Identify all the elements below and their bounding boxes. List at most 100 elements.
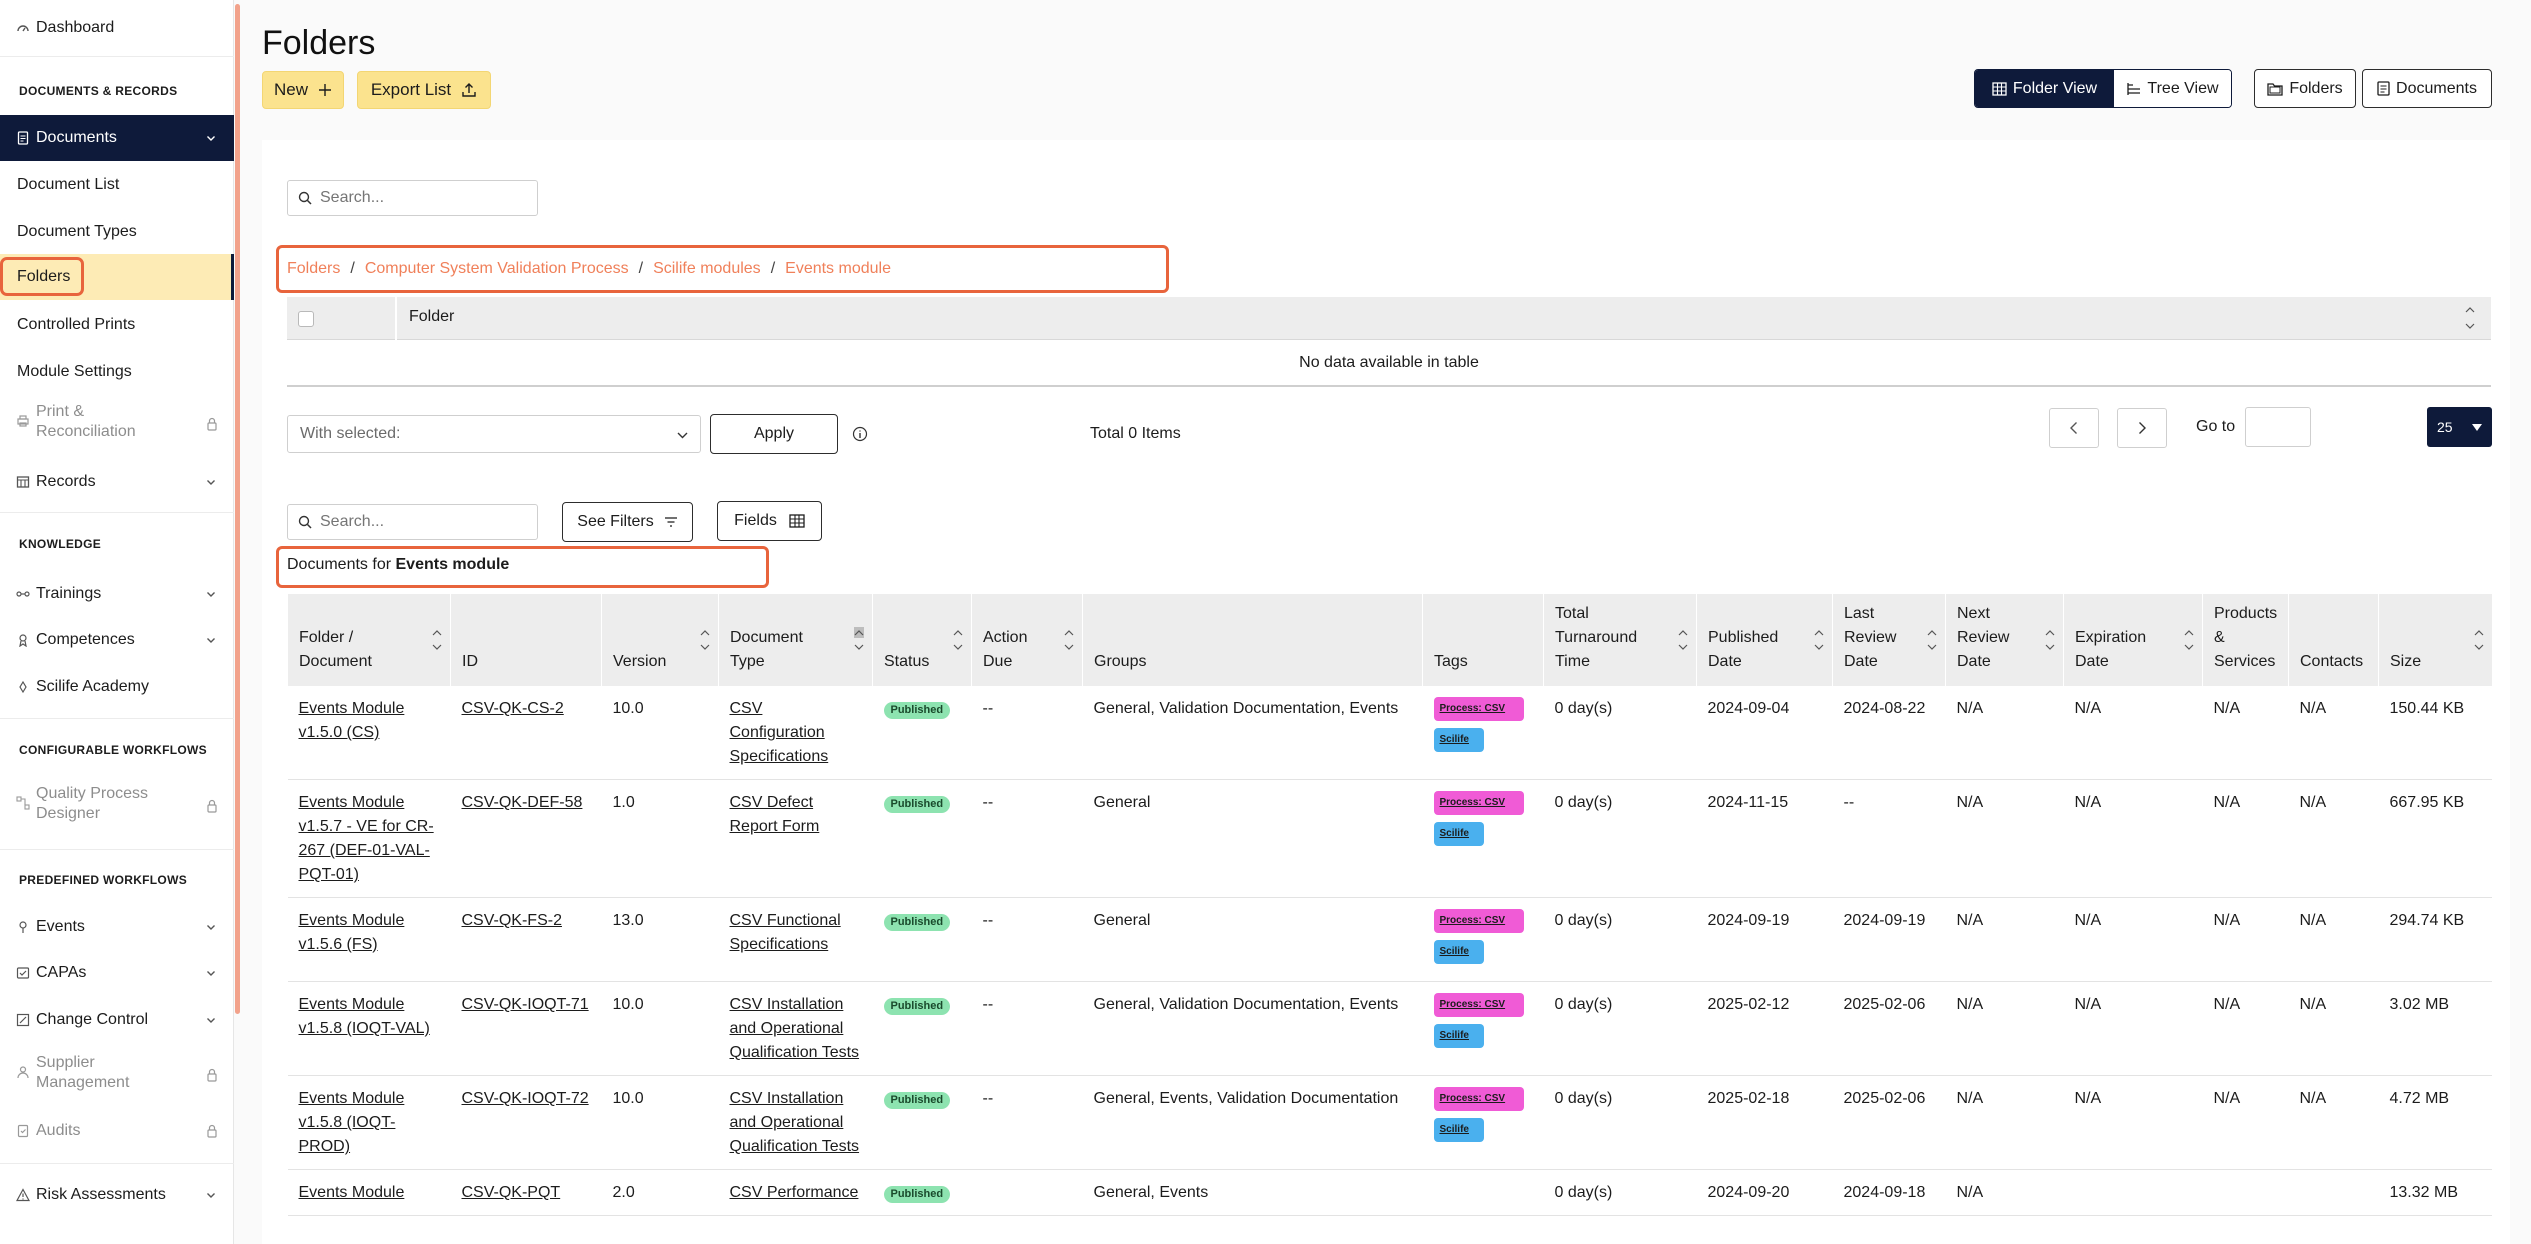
sort-icon[interactable] — [1927, 626, 1937, 654]
page-size-select[interactable]: 25 — [2427, 407, 2492, 447]
cell-text: 4.72 MB — [2389, 1090, 2450, 1107]
document-link[interactable]: Events Module — [299, 1184, 405, 1201]
tag-badge[interactable]: Process: CSV — [1433, 791, 1524, 815]
tag-badge[interactable]: Process: CSV — [1433, 909, 1524, 933]
cell-text: 0 day(s) — [1554, 912, 1613, 929]
cell-text: -- — [982, 794, 994, 811]
sidebar-item-capas[interactable]: CAPAs — [0, 959, 234, 987]
documents-search-input[interactable] — [320, 513, 520, 531]
column-header[interactable]: ID — [450, 594, 602, 686]
cell-id: CSV-QK-FS-2 — [450, 897, 602, 982]
sort-icon[interactable] — [432, 626, 442, 654]
sidebar-item-document-types[interactable]: Document Types — [0, 219, 234, 245]
sidebar-item-risk-assessments[interactable]: Risk Assessments — [0, 1181, 234, 1209]
sidebar-item-documents[interactable]: Documents — [0, 115, 234, 161]
documents-label: Documents — [2396, 79, 2477, 97]
sort-icon[interactable] — [953, 626, 963, 654]
tag-badge[interactable]: Process: CSV — [1433, 1087, 1524, 1111]
cell-groups: General, Validation Documentation, Event… — [1082, 981, 1423, 1076]
document-link[interactable]: CSV Performance — [730, 1184, 859, 1201]
tag-badge[interactable]: Scilife — [1433, 940, 1484, 964]
new-button[interactable]: New — [262, 71, 344, 109]
document-link[interactable]: CSV-QK-FS-2 — [462, 912, 562, 929]
column-header[interactable]: Last Review Date — [1832, 594, 1946, 686]
export-list-button[interactable]: Export List — [357, 71, 491, 109]
cell-text: 2024-09-18 — [1843, 1184, 1926, 1201]
prev-page-button[interactable] — [2049, 408, 2099, 448]
folder-view-button[interactable]: Folder View — [1975, 70, 2114, 107]
sidebar-item-records[interactable]: Records — [0, 468, 234, 496]
sidebar-item-document-list[interactable]: Document List — [0, 172, 234, 198]
sidebar-item-dashboard[interactable]: Dashboard — [0, 14, 234, 42]
column-header[interactable]: Folder / Document — [287, 594, 451, 686]
table-row: Events Module v1.5.0 (CS) CSV-QK-CS-2 10.0… — [287, 686, 2492, 780]
column-header-label: ID — [462, 653, 478, 670]
tag-badge[interactable]: Scilife — [1433, 822, 1484, 846]
column-header[interactable]: Next Review Date — [1945, 594, 2064, 686]
document-link[interactable]: Events Module v1.5.0 (CS) — [299, 700, 405, 741]
document-link[interactable]: Events Module v1.5.7 - VE for CR-267 (DE… — [299, 794, 434, 883]
info-icon[interactable] — [852, 426, 868, 442]
document-link[interactable]: CSV-QK-IOQT-72 — [462, 1090, 589, 1107]
sort-icon[interactable] — [2465, 304, 2475, 332]
document-link[interactable]: Events Module v1.5.6 (FS) — [299, 912, 405, 953]
sort-icon[interactable] — [2045, 626, 2055, 654]
folder-search-input[interactable] — [320, 189, 520, 207]
document-link[interactable]: Events Module v1.5.8 (IOQT-PROD) — [299, 1090, 405, 1155]
sort-icon[interactable] — [1064, 626, 1074, 654]
tag-badge[interactable]: Scilife — [1433, 1118, 1484, 1142]
select-all-checkbox[interactable] — [298, 311, 314, 327]
document-link[interactable]: Events Module v1.5.8 (IOQT-VAL) — [299, 996, 430, 1037]
sidebar-item-trainings[interactable]: Trainings — [0, 580, 234, 608]
sidebar-item-events[interactable]: Events — [0, 913, 234, 941]
sort-icon[interactable] — [700, 626, 710, 654]
column-header[interactable]: Action Due — [971, 594, 1083, 686]
with-selected-dropdown[interactable]: With selected: — [287, 415, 701, 453]
column-header[interactable]: Groups — [1082, 594, 1423, 686]
tag-badge[interactable]: Scilife — [1433, 728, 1484, 752]
fields-button[interactable]: Fields — [717, 501, 822, 541]
document-link[interactable]: CSV Configuration Specifications — [730, 700, 829, 765]
apply-button[interactable]: Apply — [710, 414, 838, 454]
document-link[interactable]: CSV Functional Specifications — [730, 912, 841, 953]
sort-icon[interactable] — [1814, 626, 1824, 654]
sort-icon[interactable] — [854, 626, 864, 654]
document-link[interactable]: CSV-QK-CS-2 — [462, 700, 564, 717]
document-link[interactable]: CSV Installation and Operational Qualifi… — [730, 1090, 860, 1155]
column-header[interactable]: Contacts — [2288, 594, 2379, 686]
see-filters-button[interactable]: See Filters — [562, 502, 693, 542]
tag-badge[interactable]: Process: CSV — [1433, 697, 1524, 721]
column-header-label: Services — [2214, 653, 2276, 670]
column-header[interactable]: Expiration Date — [2063, 594, 2203, 686]
sort-icon[interactable] — [2474, 626, 2484, 654]
go-to-input[interactable] — [2245, 407, 2311, 447]
sidebar-item-competences[interactable]: Competences — [0, 626, 234, 654]
sidebar-item-controlled-prints[interactable]: Controlled Prints — [0, 312, 234, 338]
tag-badge[interactable]: Scilife — [1433, 1024, 1484, 1048]
sidebar-item-module-settings[interactable]: Module Settings — [0, 359, 234, 385]
document-link[interactable]: CSV Defect Report Form — [730, 794, 820, 835]
sidebar-item-scilife-academy[interactable]: Scilife Academy — [0, 673, 234, 701]
document-link[interactable]: CSV-QK-IOQT-71 — [462, 996, 589, 1013]
sidebar-item-change-control[interactable]: Change Control — [0, 1006, 234, 1034]
column-folder[interactable]: Folder — [409, 308, 454, 326]
column-header[interactable]: Products & Services — [2202, 594, 2289, 686]
document-link[interactable]: CSV-QK-PQT — [462, 1184, 561, 1201]
document-link[interactable]: CSV-QK-DEF-58 — [462, 794, 583, 811]
column-header[interactable]: Document Type — [718, 594, 873, 686]
folders-button[interactable]: Folders — [2254, 69, 2356, 108]
column-header[interactable]: Size — [2378, 594, 2492, 686]
column-header[interactable]: Tags — [1422, 594, 1544, 686]
column-header-label: Folder / — [299, 629, 354, 646]
document-link[interactable]: CSV Installation and Operational Qualifi… — [730, 996, 860, 1061]
column-header[interactable]: Published Date — [1696, 594, 1833, 686]
sort-icon[interactable] — [1678, 626, 1688, 654]
column-header[interactable]: Status — [872, 594, 972, 686]
documents-button[interactable]: Documents — [2362, 69, 2492, 108]
next-page-button[interactable] — [2117, 408, 2167, 448]
tree-view-button[interactable]: Tree View — [2114, 70, 2231, 107]
column-header[interactable]: Total Turnaround Time — [1543, 594, 1697, 686]
sort-icon[interactable] — [2184, 626, 2194, 654]
tag-badge[interactable]: Process: CSV — [1433, 993, 1524, 1017]
column-header[interactable]: Version — [601, 594, 719, 686]
